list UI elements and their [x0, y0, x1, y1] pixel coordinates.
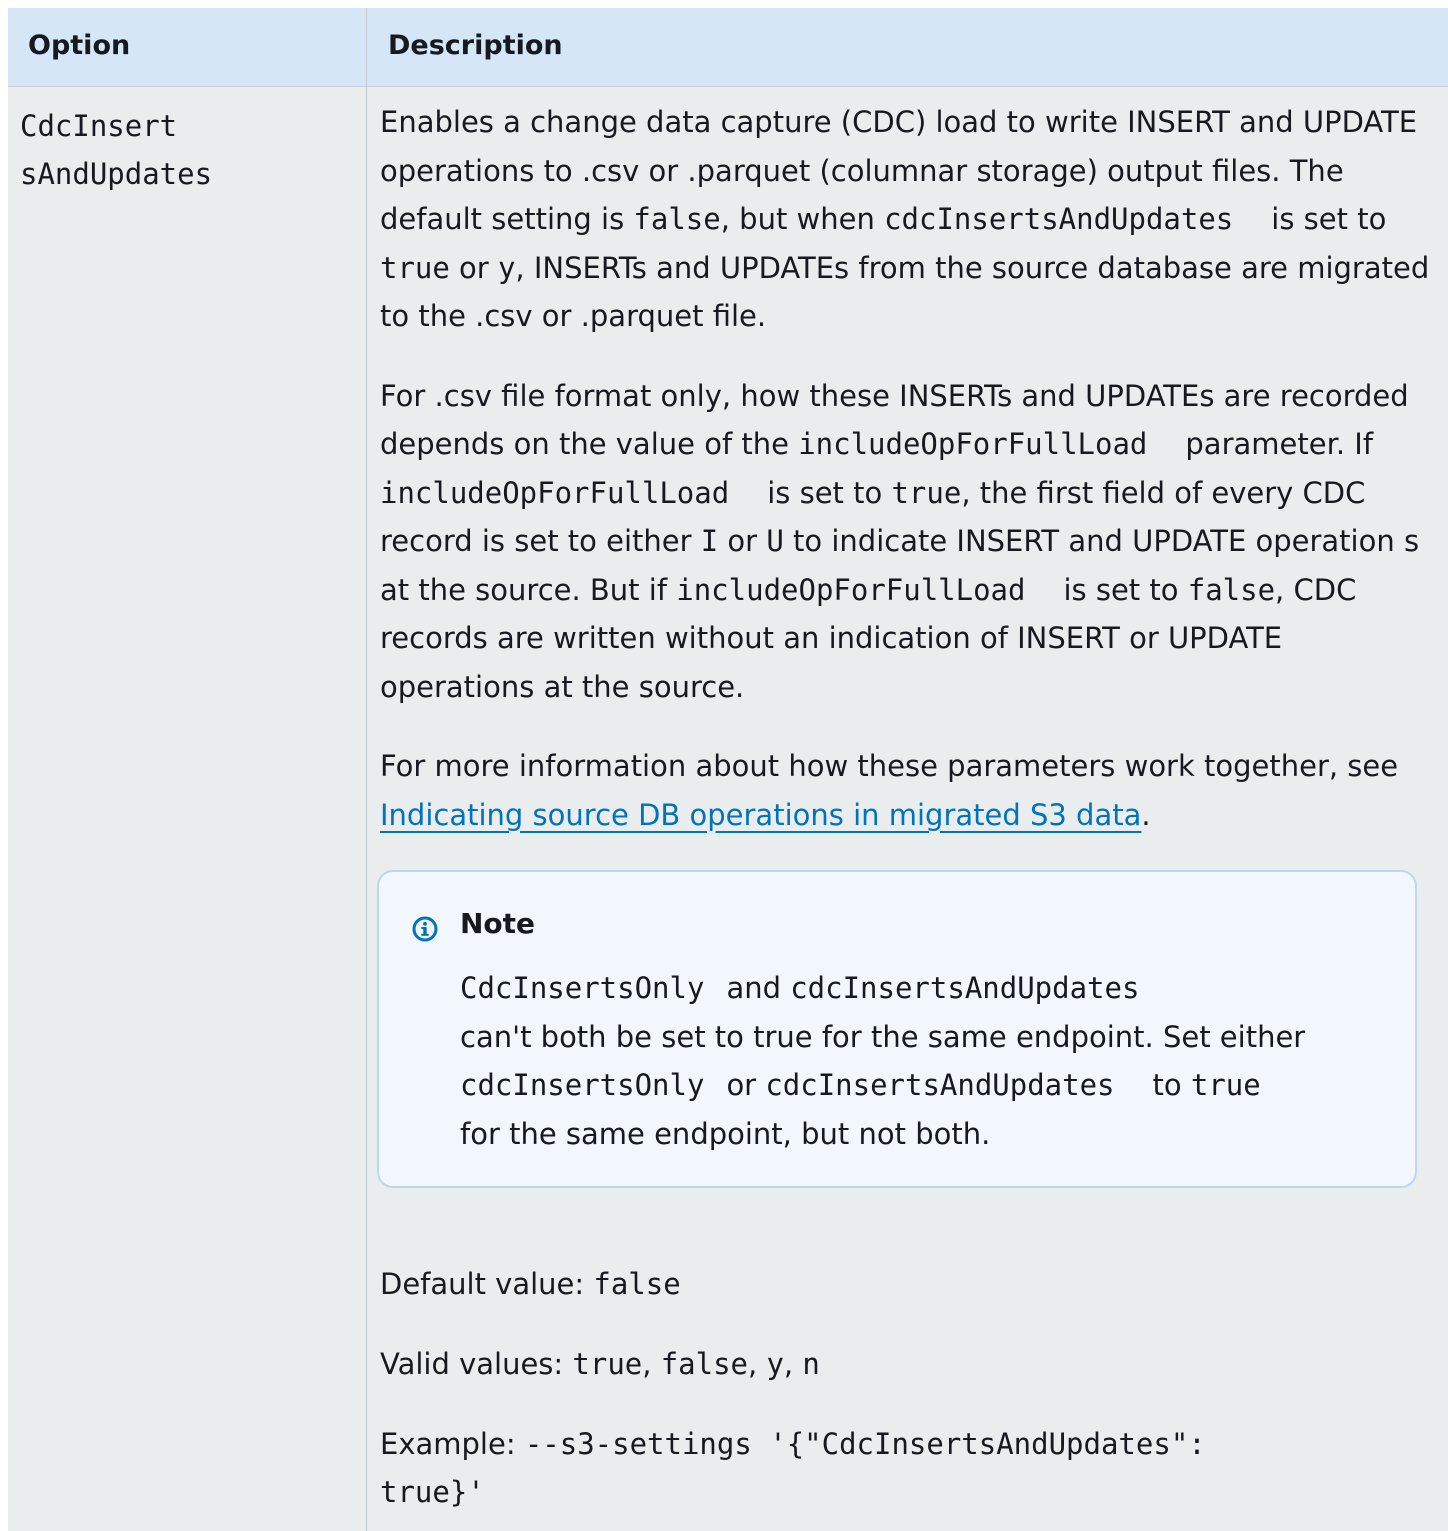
- text: , INSERTs and UPDATEs from the source da…: [380, 250, 1430, 334]
- description-paragraph-2: For .csv file format only, how these INS…: [380, 372, 1430, 712]
- example-code-line2: true}': [380, 1475, 485, 1509]
- description-paragraph-1: Enables a change data capture (CDC) load…: [380, 98, 1430, 341]
- text: or: [718, 524, 767, 558]
- table-header: Option Description: [8, 8, 1448, 87]
- code-cdcinsertsonly: CdcInsertsOnly: [460, 971, 705, 1005]
- valid-value-y: y: [766, 1347, 784, 1381]
- default-value: false: [593, 1267, 681, 1301]
- text: or: [449, 250, 498, 285]
- example-line: Example: --s3-settings '{"CdcInsertsAndU…: [380, 1420, 1206, 1469]
- column-divider: [366, 8, 367, 1531]
- text: is set to: [767, 475, 892, 510]
- text: .: [1141, 797, 1151, 832]
- code-false: false: [633, 202, 721, 236]
- code-y: y: [497, 250, 516, 285]
- description-cell: Enables a change data capture (CDC) load…: [380, 98, 1430, 839]
- text: , but when: [720, 202, 885, 236]
- header-option: Option: [28, 30, 131, 61]
- note-body: CdcInsertsOnly and cdcInsertsAndUpdates ca…: [460, 964, 1380, 1158]
- separator: ,: [783, 1347, 803, 1381]
- default-value-label: Default value:: [380, 1267, 594, 1301]
- option-name: CdcInsert sAndUpdates: [20, 102, 340, 198]
- code-cdcinsertsandupdates: cdcInsertsAndUpdates: [790, 971, 1140, 1005]
- text: parameter. If: [1185, 427, 1374, 461]
- code-cdcinsertsonly: cdcInsertsOnly: [460, 1068, 705, 1102]
- text: and: [726, 971, 791, 1005]
- option-name-line1: CdcInsert: [20, 109, 178, 143]
- header-description: Description: [388, 30, 563, 61]
- code-false: false: [1187, 572, 1276, 607]
- indicating-source-db-operations-link[interactable]: Indicating source DB operations in migra…: [380, 798, 1141, 832]
- code-cdcinsertsandupdates: cdcInsertsAndUpdates: [884, 202, 1234, 236]
- note-callout: Note CdcInsertsOnly and cdcInsertsAndUpda…: [377, 870, 1417, 1188]
- valid-value-false: false: [660, 1347, 749, 1381]
- code-true: true: [380, 250, 450, 285]
- code-u: U: [766, 524, 784, 558]
- valid-value-n: n: [802, 1347, 820, 1381]
- option-name-line2: sAndUpdates: [20, 157, 213, 191]
- valid-value-true: true: [572, 1347, 643, 1381]
- text: or: [726, 1068, 766, 1102]
- example-line-2: true}': [380, 1468, 485, 1517]
- valid-values-line: Valid values: true, false, y, n: [380, 1340, 820, 1389]
- text: for the same endpoint, but not both.: [460, 1116, 991, 1151]
- code-includeopforfullload: includeOpForFullLoad: [380, 475, 730, 510]
- separator: ,: [642, 1347, 661, 1381]
- code-cdcinsertsandupdates: cdcInsertsAndUpdates: [765, 1068, 1115, 1102]
- text: For more information about how these par…: [380, 749, 1399, 783]
- text: is set to: [1063, 572, 1188, 607]
- example-label: Example:: [380, 1427, 525, 1461]
- code-includeopforfullload: includeOpForFullLoad: [676, 572, 1026, 607]
- valid-values-label: Valid values:: [380, 1347, 573, 1381]
- text: can't both be set to true for the same e…: [460, 1019, 1306, 1054]
- info-circle-icon: [412, 916, 438, 942]
- description-paragraph-3: For more information about how these par…: [380, 742, 1430, 839]
- text: to: [1152, 1068, 1191, 1102]
- code-true: true: [1190, 1068, 1261, 1102]
- text: is set to: [1271, 202, 1387, 236]
- code-true: true: [891, 475, 962, 510]
- default-value-line: Default value: false: [380, 1260, 681, 1309]
- code-i: I: [700, 524, 719, 558]
- example-code-line1: --s3-settings '{"CdcInsertsAndUpdates":: [524, 1427, 1206, 1461]
- code-includeopforfullload: includeOpForFullLoad: [798, 427, 1148, 461]
- separator: ,: [748, 1347, 767, 1381]
- note-title: Note: [460, 907, 536, 940]
